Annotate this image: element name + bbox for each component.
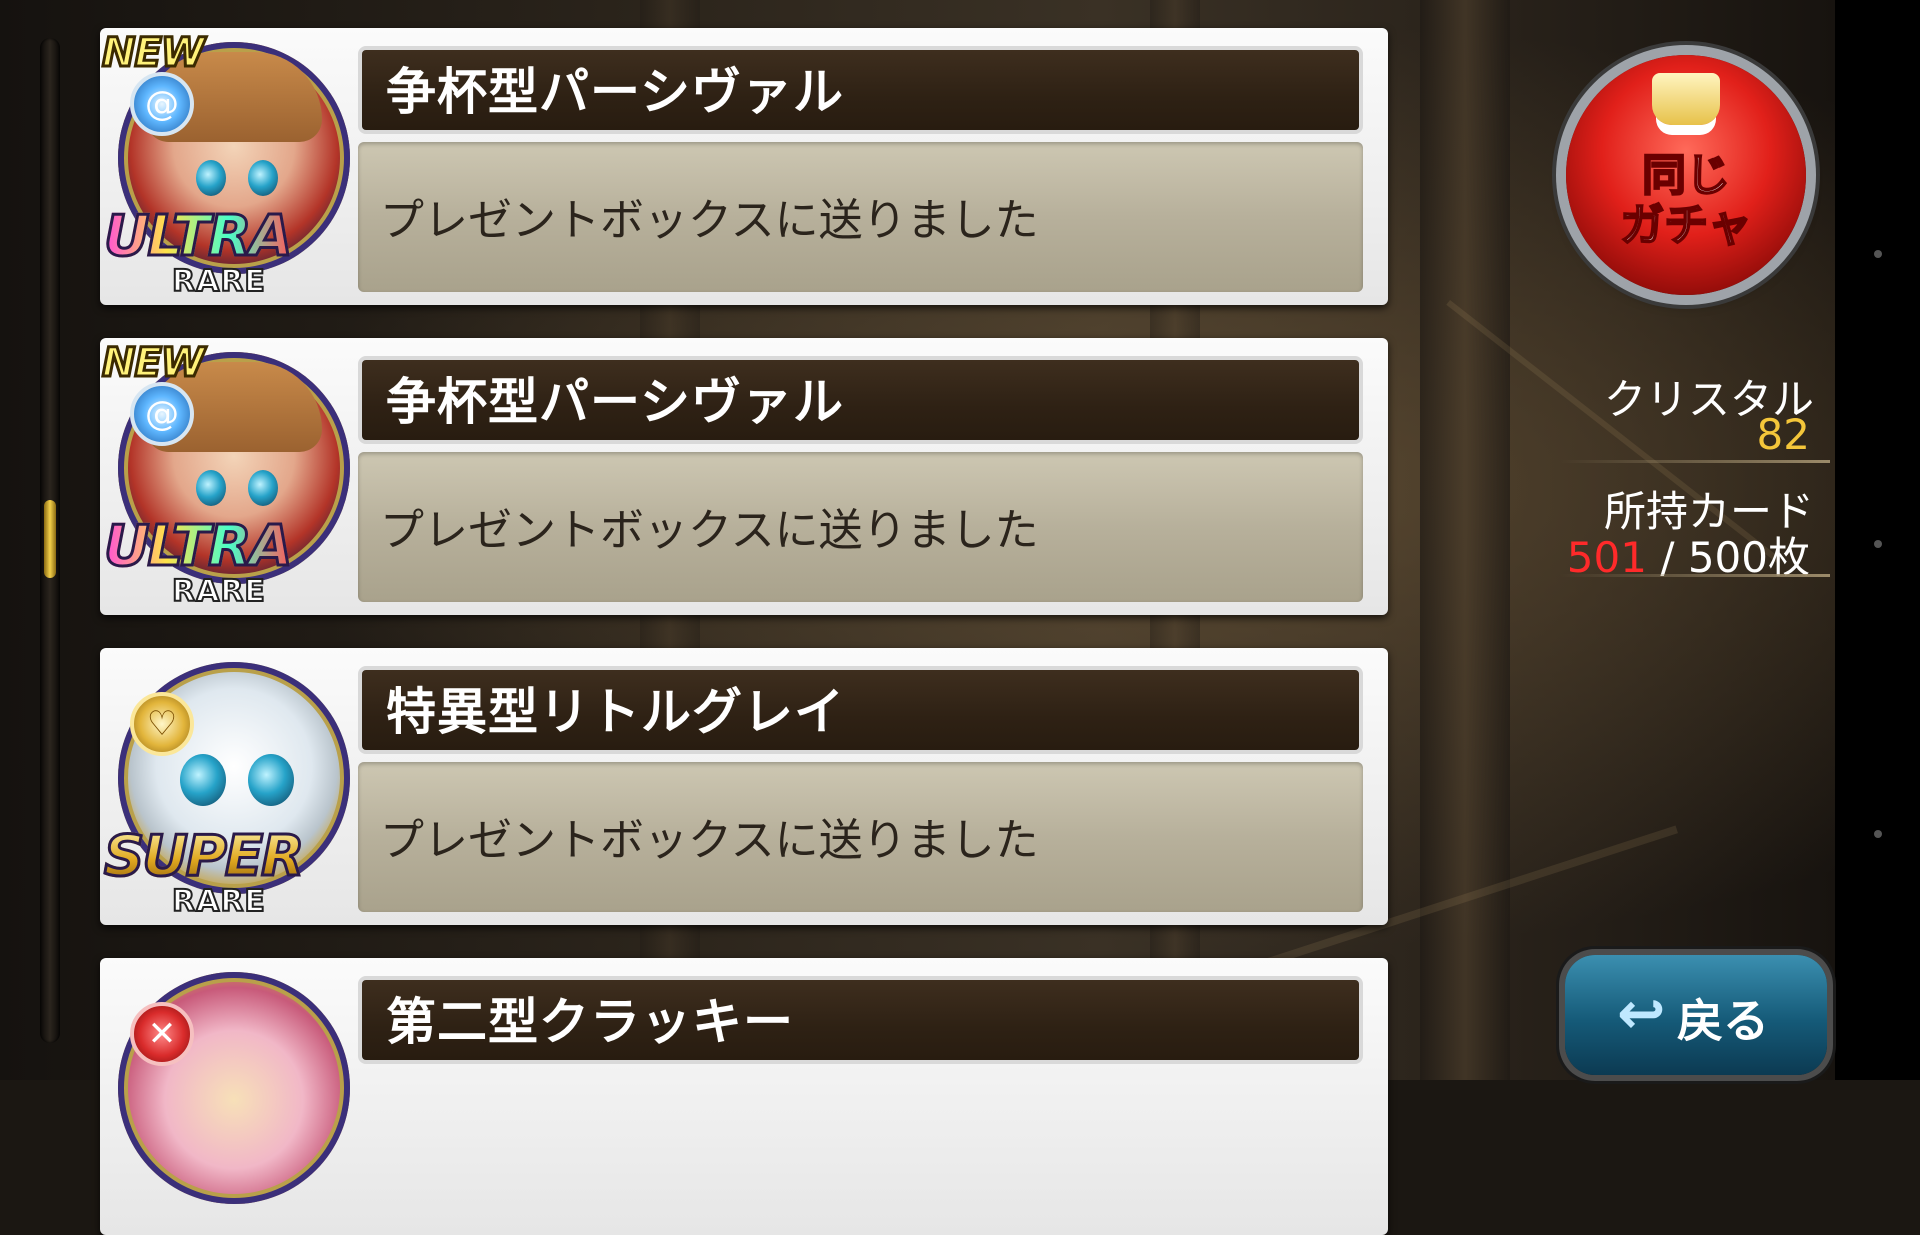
result-message-box: プレゼントボックスに送りました: [358, 142, 1363, 292]
same-gacha-label: 同じ ガチャ: [1619, 150, 1753, 252]
divider: [1560, 574, 1830, 577]
water-swirl-icon: @: [130, 382, 194, 446]
same-gacha-button[interactable]: 同じ ガチャ: [1566, 55, 1806, 295]
hat-icon: [1652, 73, 1720, 125]
crossed-swords-icon: ✕: [130, 1002, 194, 1066]
return-arrow-icon: ↩: [1617, 979, 1666, 1047]
rarity-label: ULTRA: [103, 203, 295, 271]
new-badge: NEW: [101, 339, 207, 388]
rarity-sub-label: RARE: [171, 263, 266, 300]
portrait-eye: [196, 160, 226, 196]
back-button-label: 戻る: [1677, 994, 1769, 1048]
portrait-eye: [196, 470, 226, 506]
card-name: 争杯型パーシヴァル: [386, 63, 844, 121]
heart-crown-icon: ♡: [130, 692, 194, 756]
card-name-bar: 特異型リトルグレイ: [358, 666, 1363, 754]
portrait-eye: [180, 754, 226, 806]
result-row[interactable]: ✕ 第二型クラッキー: [100, 958, 1388, 1235]
nav-dot: [1874, 540, 1882, 548]
card-name-bar: 争杯型パーシヴァル: [358, 46, 1363, 134]
result-row[interactable]: @ NEW ULTRA RARE 争杯型パーシヴァル プレゼントボックスに送りま…: [100, 28, 1388, 305]
result-message: プレゼントボックスに送りました: [380, 815, 1039, 866]
new-badge: NEW: [101, 29, 207, 78]
nav-dot: [1874, 830, 1882, 838]
back-button[interactable]: ↩ 戻る: [1565, 955, 1827, 1075]
card-name-bar: 争杯型パーシヴァル: [358, 356, 1363, 444]
divider: [1560, 460, 1830, 463]
rarity-sub-label: RARE: [171, 883, 266, 920]
rarity-label: SUPER: [102, 823, 305, 891]
rarity-sub-label: RARE: [171, 573, 266, 610]
nav-dot: [1874, 250, 1882, 258]
result-row[interactable]: @ NEW ULTRA RARE 争杯型パーシヴァル プレゼントボックスに送りま…: [100, 338, 1388, 615]
card-name-bar: 第二型クラッキー: [358, 976, 1363, 1064]
result-row[interactable]: ♡ SUPER RARE 特異型リトルグレイ プレゼントボックスに送りました: [100, 648, 1388, 925]
result-message: プレゼントボックスに送りました: [380, 195, 1039, 246]
crystal-value: 82: [1756, 410, 1810, 459]
portrait-eye: [248, 160, 278, 196]
water-swirl-icon: @: [130, 72, 194, 136]
result-message-box: プレゼントボックスに送りました: [358, 452, 1363, 602]
portrait-eye: [248, 470, 278, 506]
result-message-box: プレゼントボックスに送りました: [358, 762, 1363, 912]
rarity-label: ULTRA: [103, 513, 295, 581]
card-name: 第二型クラッキー: [386, 993, 794, 1051]
result-message: プレゼントボックスに送りました: [380, 505, 1039, 556]
list-scrollbar-thumb[interactable]: [44, 500, 56, 578]
card-name: 特異型リトルグレイ: [386, 683, 845, 741]
card-name: 争杯型パーシヴァル: [386, 373, 844, 431]
portrait-eye: [248, 754, 294, 806]
